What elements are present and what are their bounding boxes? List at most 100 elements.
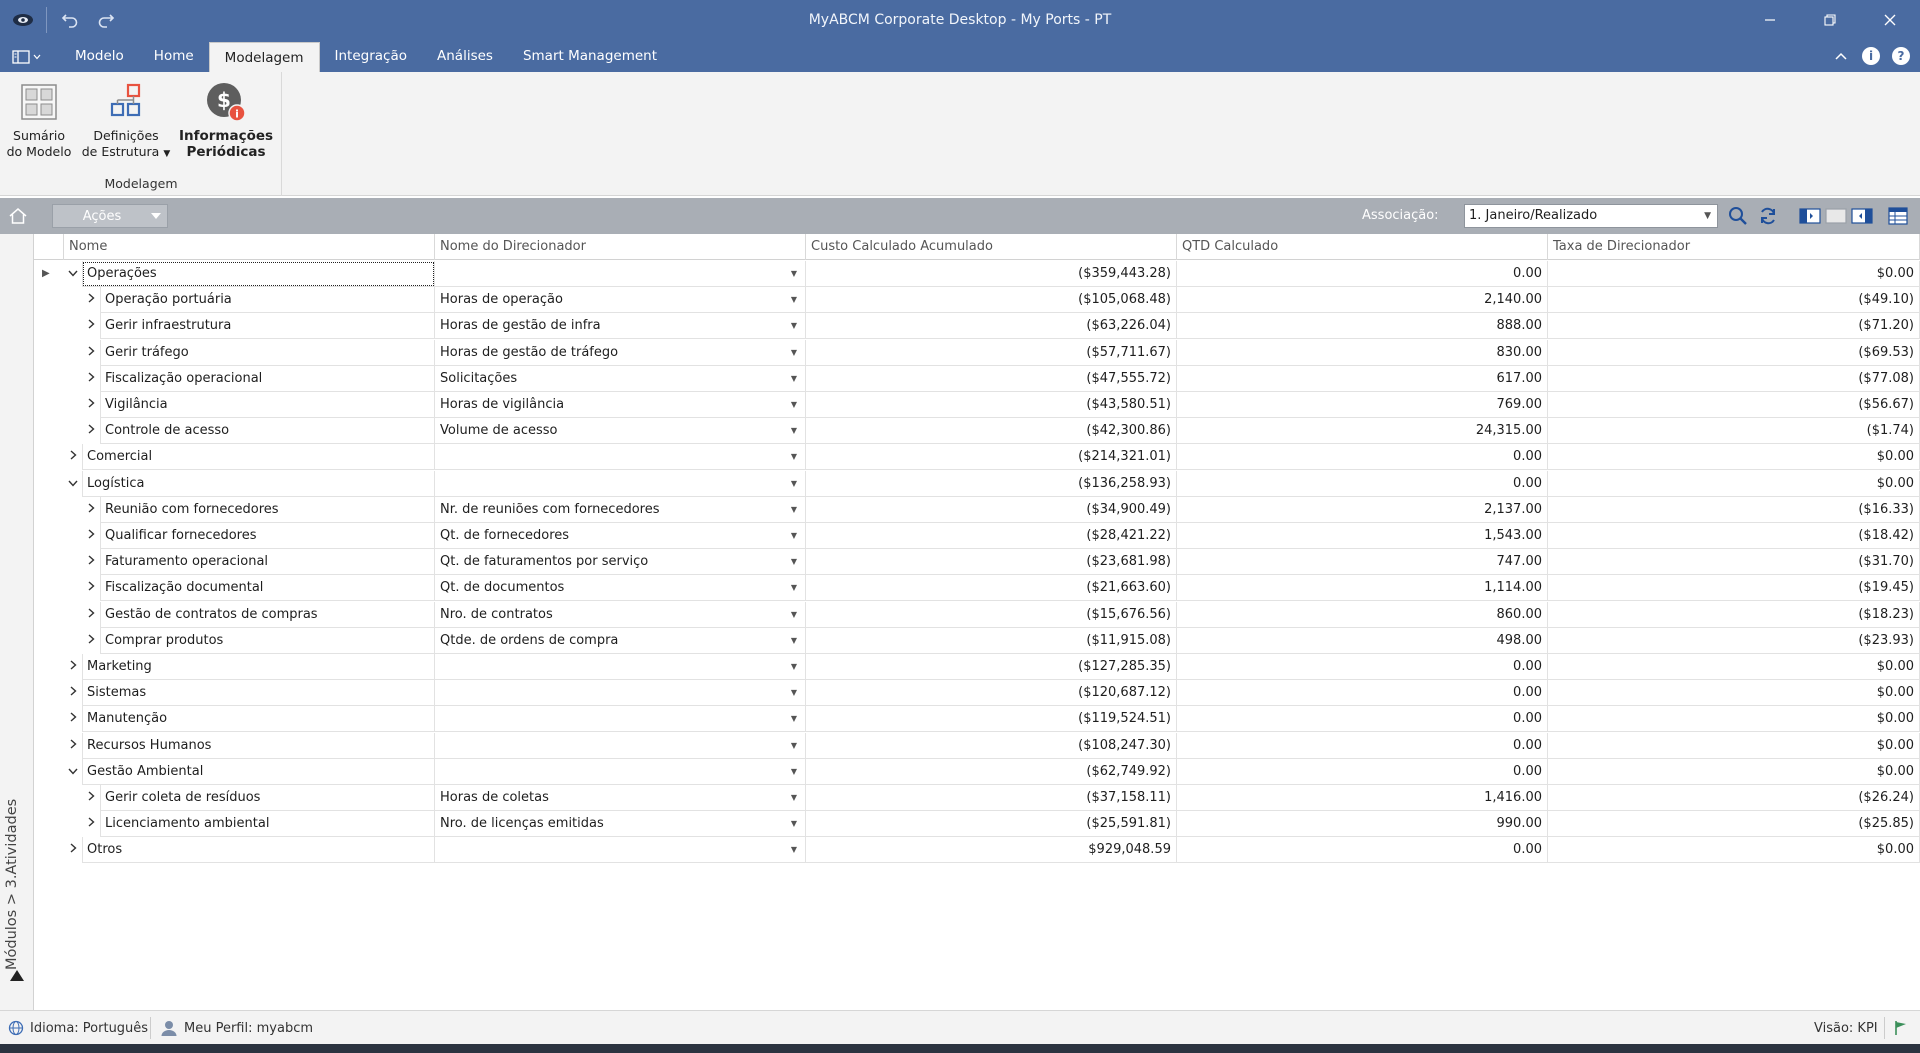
expand-panel-icon[interactable] <box>10 970 24 981</box>
table-row[interactable]: Vigilância Horas de vigilância ▼ ($43,580.5… <box>34 392 1920 418</box>
tab-modelo[interactable]: Modelo <box>60 40 139 72</box>
redo-icon[interactable] <box>93 7 119 33</box>
cell-qtd[interactable]: 1,416.00 <box>1177 785 1548 811</box>
profile-status[interactable]: Meu Perfil: myabcm <box>160 1011 313 1045</box>
cell-qtd[interactable]: 2,140.00 <box>1177 287 1548 314</box>
table-row[interactable]: ▶ Operações ▼ ($359,443.28) 0.00 $0.00 <box>34 261 1920 287</box>
cell-nome[interactable]: Gerir coleta de resíduos <box>100 785 435 811</box>
chevron-down-icon[interactable]: ▼ <box>791 785 797 810</box>
table-row[interactable]: Faturamento operacional Qt. de faturament… <box>34 549 1920 576</box>
cell-custo[interactable]: ($34,900.49) <box>806 496 1177 523</box>
cell-custo[interactable]: ($127,285.35) <box>806 654 1177 680</box>
chevron-down-icon[interactable]: ▼ <box>791 575 797 600</box>
cell-taxa[interactable]: ($23.93) <box>1548 627 1920 654</box>
cell-custo[interactable]: ($214,321.01) <box>806 444 1177 471</box>
cell-direcionador[interactable]: Horas de coletas ▼ <box>435 785 806 811</box>
chevron-down-icon[interactable]: ▼ <box>791 811 797 836</box>
cell-direcionador[interactable]: Qtde. de ordens de compra ▼ <box>435 627 806 654</box>
table-row[interactable]: Otros ▼ $929,048.59 0.00 $0.00 <box>34 837 1920 864</box>
expand-chevron-icon[interactable] <box>64 680 82 706</box>
cell-custo[interactable]: ($15,676.56) <box>806 601 1177 628</box>
expand-chevron-icon[interactable] <box>82 418 100 444</box>
cell-direcionador[interactable]: Horas de gestão de tráfego ▼ <box>435 339 806 366</box>
cell-direcionador[interactable]: Nro. de licenças emitidas ▼ <box>435 811 806 838</box>
cell-nome[interactable]: Qualificar fornecedores <box>100 523 435 549</box>
cell-qtd[interactable]: 617.00 <box>1177 365 1548 392</box>
panel-right-icon[interactable] <box>1850 204 1874 228</box>
chevron-down-icon[interactable]: ▼ <box>791 392 797 417</box>
cell-qtd[interactable]: 0.00 <box>1177 261 1548 287</box>
info-icon[interactable]: i <box>1862 47 1880 65</box>
chevron-down-icon[interactable]: ▼ <box>791 759 797 784</box>
cell-nome[interactable]: Logística <box>82 470 435 497</box>
chevron-down-icon[interactable]: ▼ <box>791 628 797 653</box>
view-menu-button[interactable] <box>12 46 50 68</box>
cell-nome[interactable]: Otros <box>82 837 435 864</box>
table-row[interactable]: Gerir tráfego Horas de gestão de tráfego ▼… <box>34 339 1920 366</box>
cell-nome[interactable]: Gerir infraestrutura <box>100 313 435 340</box>
panel-center-icon[interactable] <box>1824 204 1848 228</box>
expand-chevron-icon[interactable] <box>82 313 100 339</box>
cell-direcionador[interactable]: ▼ <box>435 732 806 759</box>
cell-nome[interactable]: Sistemas <box>82 680 435 707</box>
cell-taxa[interactable]: $0.00 <box>1548 654 1920 680</box>
chevron-down-icon[interactable]: ▼ <box>791 680 797 705</box>
expand-chevron-icon[interactable] <box>64 733 82 759</box>
cell-nome[interactable]: Reunião com fornecedores <box>100 496 435 523</box>
cell-taxa[interactable]: $0.00 <box>1548 444 1920 471</box>
cell-nome[interactable]: Operação portuária <box>100 287 435 314</box>
table-row[interactable]: Comercial ▼ ($214,321.01) 0.00 $0.00 <box>34 444 1920 471</box>
cell-taxa[interactable]: $0.00 <box>1548 680 1920 707</box>
cell-qtd[interactable]: 1,114.00 <box>1177 575 1548 602</box>
cell-taxa[interactable]: ($31.70) <box>1548 549 1920 576</box>
informacoes-periodicas-button[interactable]: $ i Informações Periódicas <box>178 80 274 160</box>
cell-direcionador[interactable]: ▼ <box>435 706 806 733</box>
search-icon[interactable] <box>1726 204 1750 228</box>
cell-taxa[interactable]: ($69.53) <box>1548 339 1920 366</box>
column-header-taxa[interactable]: Taxa de Direcionador <box>1548 234 1920 260</box>
tab-home[interactable]: Home <box>139 40 209 72</box>
cell-direcionador[interactable]: ▼ <box>435 837 806 864</box>
panel-left-icon[interactable] <box>1798 204 1822 228</box>
help-icon[interactable]: ? <box>1892 47 1910 65</box>
cell-qtd[interactable]: 1,543.00 <box>1177 523 1548 549</box>
cell-nome[interactable]: Gestão de contratos de compras <box>100 601 435 628</box>
cell-nome[interactable]: Marketing <box>82 654 435 680</box>
expand-chevron-icon[interactable] <box>82 628 100 654</box>
expand-chevron-icon[interactable] <box>82 366 100 392</box>
cell-custo[interactable]: ($359,443.28) <box>806 261 1177 287</box>
chevron-down-icon[interactable]: ▼ <box>791 444 797 469</box>
cell-custo[interactable]: ($108,247.30) <box>806 732 1177 759</box>
cell-nome[interactable]: Manutenção <box>82 706 435 733</box>
collapse-chevron-icon[interactable] <box>64 261 82 287</box>
cell-taxa[interactable]: ($56.67) <box>1548 392 1920 418</box>
expand-chevron-icon[interactable] <box>82 575 100 601</box>
cell-nome[interactable]: Comprar produtos <box>100 627 435 654</box>
cell-direcionador[interactable]: ▼ <box>435 654 806 680</box>
expand-chevron-icon[interactable] <box>82 811 100 837</box>
cell-taxa[interactable]: $0.00 <box>1548 732 1920 759</box>
table-row[interactable]: Operação portuária Horas de operação ▼ ($10… <box>34 287 1920 314</box>
table-row[interactable]: Recursos Humanos ▼ ($108,247.30) 0.00 $0.00 <box>34 732 1920 759</box>
cell-custo[interactable]: ($120,687.12) <box>806 680 1177 707</box>
cell-qtd[interactable]: 2,137.00 <box>1177 496 1548 523</box>
cell-taxa[interactable]: ($26.24) <box>1548 785 1920 811</box>
cell-qtd[interactable]: 498.00 <box>1177 627 1548 654</box>
collapse-ribbon-icon[interactable] <box>1832 47 1850 65</box>
cell-direcionador[interactable]: Solicitações ▼ <box>435 365 806 392</box>
expand-chevron-icon[interactable] <box>82 602 100 628</box>
cell-taxa[interactable]: $0.00 <box>1548 758 1920 785</box>
expand-chevron-icon[interactable] <box>64 654 82 680</box>
table-row[interactable]: Gestão de contratos de compras Nro. de co… <box>34 601 1920 628</box>
cell-qtd[interactable]: 860.00 <box>1177 601 1548 628</box>
table-row[interactable]: Controle de acesso Volume de acesso ▼ ($42,… <box>34 418 1920 445</box>
restore-icon[interactable] <box>1800 0 1860 40</box>
cell-taxa[interactable]: $0.00 <box>1548 261 1920 287</box>
minimize-icon[interactable] <box>1740 0 1800 40</box>
expand-chevron-icon[interactable] <box>82 392 100 418</box>
cell-direcionador[interactable]: ▼ <box>435 444 806 471</box>
cell-custo[interactable]: ($119,524.51) <box>806 706 1177 733</box>
cell-taxa[interactable]: ($19.45) <box>1548 575 1920 602</box>
chevron-down-icon[interactable]: ▼ <box>791 706 797 731</box>
cell-taxa[interactable]: $0.00 <box>1548 837 1920 864</box>
